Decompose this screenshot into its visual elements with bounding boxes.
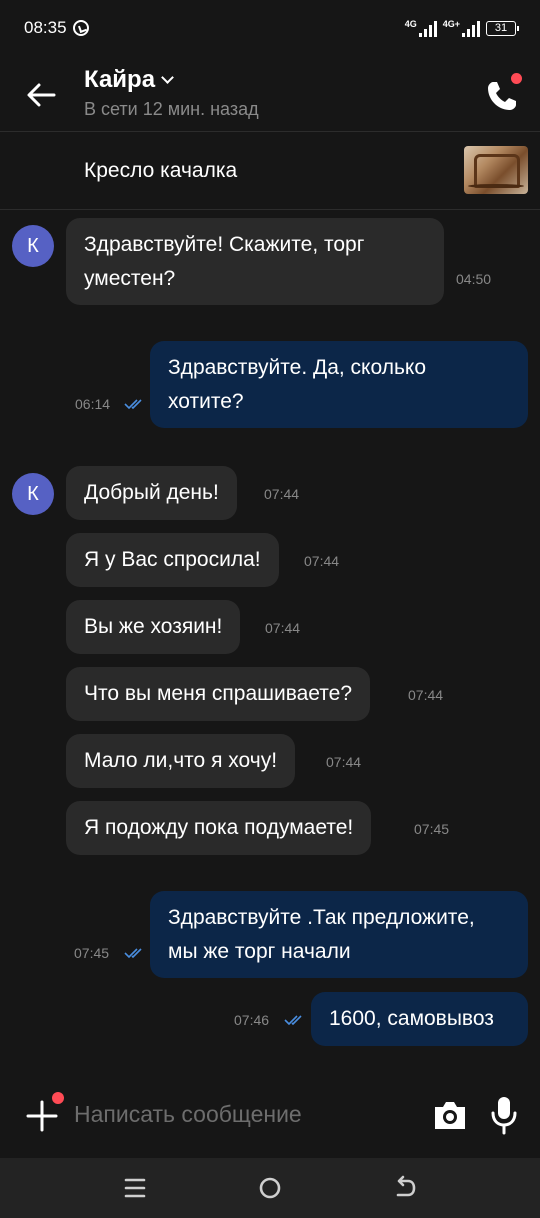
message-bubble-outgoing[interactable]: Здравствуйте .Так предложите, мы же торг…: [150, 891, 528, 978]
message-bubble-incoming[interactable]: Здравствуйте! Скажите, торг уместен?: [66, 218, 444, 305]
system-navigation-bar: [0, 1158, 540, 1218]
message-time: 04:50: [456, 271, 492, 287]
message-time: 07:44: [408, 687, 444, 703]
message-text: Мало ли,что я хочу!: [84, 749, 278, 772]
message-bubble-incoming[interactable]: Мало ли,что я хочу!: [66, 734, 296, 788]
message-time: 07:46: [234, 1012, 270, 1028]
message-bubble-outgoing[interactable]: Здравствуйте. Да, сколько хотите?: [150, 341, 528, 428]
message-input[interactable]: [74, 1092, 414, 1136]
message-text: Добрый день!: [84, 481, 219, 504]
network-signal-icon: 4G: [405, 19, 437, 37]
status-time: 08:35: [24, 18, 67, 37]
notification-dot: [511, 73, 522, 84]
status-indicators: 4G 4G+ 31: [405, 19, 519, 37]
message-text: Здравствуйте .Так предложите,: [168, 906, 475, 929]
chat-header: Кайра В сети 12 мин. назад: [0, 56, 540, 132]
listing-title: Кресло качалка: [84, 159, 238, 182]
arrow-left-icon[interactable]: [24, 78, 58, 112]
message-bubble-incoming[interactable]: Вы же хозяин!: [66, 600, 241, 654]
message-time: 07:44: [265, 620, 301, 636]
message-text: Что вы меня спрашиваете?: [84, 682, 353, 705]
contact-name-text: Кайра: [84, 66, 156, 93]
message-time: 07:44: [304, 553, 340, 569]
message-bubble-incoming[interactable]: Я у Вас спросила!: [66, 533, 279, 587]
battery-icon: 31: [486, 20, 519, 36]
message-text: уместен?: [84, 267, 176, 290]
message-bubble-incoming[interactable]: Что вы меня спрашиваете?: [66, 667, 371, 721]
message-text: Здравствуйте! Скажите, торг: [84, 233, 365, 256]
network-type-label: 4G: [404, 19, 417, 29]
network-signal-icon-2: 4G+: [443, 19, 480, 37]
chevron-down-icon: [161, 71, 174, 84]
message-time: 07:45: [74, 945, 110, 961]
camera-icon[interactable]: [432, 1098, 468, 1132]
status-bar: 08:35 4G 4G+ 31: [0, 0, 540, 56]
read-ticks-icon: [124, 399, 142, 410]
message-text: Я у Вас спросила!: [84, 548, 261, 571]
home-icon[interactable]: [254, 1172, 286, 1204]
message-text: 1600, самовывоз: [329, 1007, 494, 1030]
message-bubble-incoming[interactable]: Добрый день!: [66, 466, 237, 520]
message-text: мы же торг начали: [168, 940, 351, 963]
microphone-icon[interactable]: [490, 1095, 518, 1135]
message-time: 07:44: [326, 754, 362, 770]
avatar[interactable]: К: [12, 225, 54, 267]
avatar[interactable]: К: [12, 473, 54, 515]
message-text: Вы же хозяин!: [84, 615, 223, 638]
listing-bar[interactable]: Кресло качалка: [0, 132, 540, 210]
read-ticks-icon: [284, 1015, 302, 1026]
whatsapp-icon: [72, 20, 89, 36]
message-text: Я подожду пока подумаете!: [84, 816, 354, 839]
message-time: 07:44: [264, 486, 300, 502]
message-bubble-outgoing[interactable]: 1600, самовывоз: [311, 992, 528, 1046]
contact-online-status: В сети 12 мин. назад: [84, 99, 259, 119]
menu-icon[interactable]: [119, 1172, 151, 1204]
message-text: Здравствуйте. Да, сколько: [168, 356, 426, 379]
message-time: 07:45: [414, 821, 450, 837]
network-type-label-2: 4G+: [442, 19, 460, 29]
message-text: хотите?: [168, 390, 244, 413]
read-ticks-icon: [124, 948, 142, 959]
message-bubble-incoming[interactable]: Я подожду пока подумаете!: [66, 801, 372, 855]
message-composer: [0, 1080, 540, 1156]
listing-thumbnail[interactable]: [464, 146, 528, 194]
contact-name[interactable]: Кайра: [84, 66, 174, 94]
message-time: 06:14: [75, 396, 111, 412]
back-icon[interactable]: [389, 1172, 421, 1204]
notification-dot: [52, 1092, 64, 1104]
